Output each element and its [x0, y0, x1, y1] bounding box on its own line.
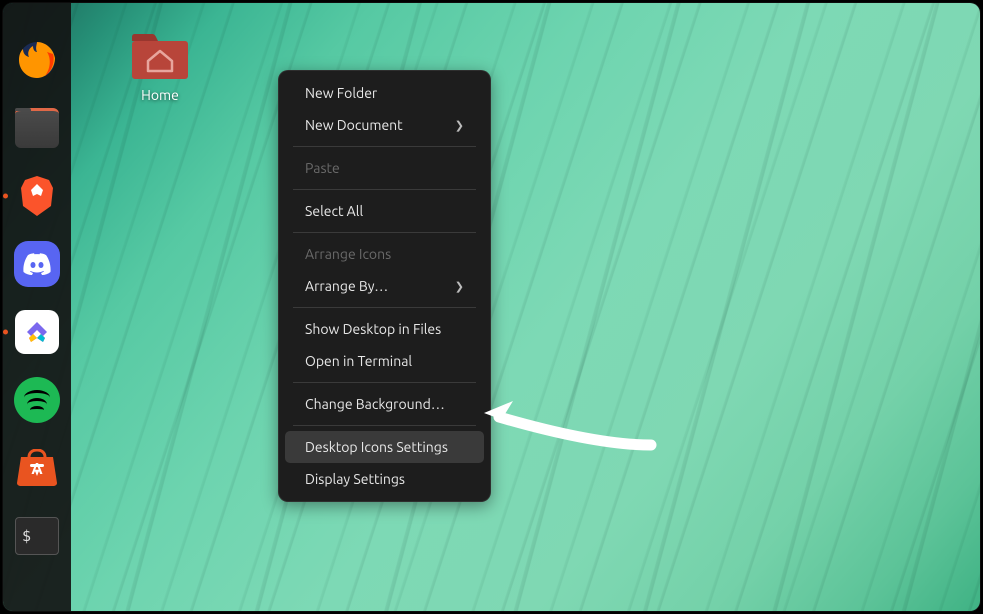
menu-item-new-folder[interactable]: New Folder	[285, 77, 484, 109]
dock-item-terminal[interactable]: $	[12, 511, 62, 561]
spotify-icon	[14, 377, 60, 423]
desktop-icon-home[interactable]: Home	[119, 33, 201, 103]
clickup-icon	[15, 310, 59, 354]
dock-item-firefox[interactable]	[12, 35, 62, 85]
menu-separator	[293, 382, 476, 383]
menu-separator	[293, 189, 476, 190]
menu-item-paste: Paste	[285, 152, 484, 184]
desktop-icon-label: Home	[141, 87, 179, 103]
menu-item-arrange-icons: Arrange Icons	[285, 238, 484, 270]
dock-item-software[interactable]: A	[12, 443, 62, 493]
desktop-context-menu: New Folder New Document ❯ Paste Select A…	[278, 70, 491, 502]
menu-item-select-all[interactable]: Select All	[285, 195, 484, 227]
menu-item-display-settings[interactable]: Display Settings	[285, 463, 484, 495]
dock-item-clickup[interactable]	[12, 307, 62, 357]
firefox-icon	[15, 38, 59, 82]
menu-separator	[293, 425, 476, 426]
files-icon	[15, 108, 59, 148]
menu-separator	[293, 232, 476, 233]
dock-item-brave[interactable]	[12, 171, 62, 221]
terminal-prompt: $	[22, 527, 31, 545]
menu-separator	[293, 307, 476, 308]
dock-item-files[interactable]	[12, 103, 62, 153]
menu-item-arrange-by[interactable]: Arrange By… ❯	[285, 270, 484, 302]
menu-item-desktop-icons-settings[interactable]: Desktop Icons Settings	[285, 431, 484, 463]
brave-icon	[17, 174, 57, 218]
menu-item-new-document[interactable]: New Document ❯	[285, 109, 484, 141]
menu-item-show-desktop-in-files[interactable]: Show Desktop in Files	[285, 313, 484, 345]
chevron-right-icon: ❯	[455, 119, 464, 132]
home-folder-icon	[130, 33, 190, 81]
dock-item-discord[interactable]	[12, 239, 62, 289]
terminal-icon: $	[15, 517, 59, 555]
menu-item-open-in-terminal[interactable]: Open in Terminal	[285, 345, 484, 377]
menu-item-change-background[interactable]: Change Background…	[285, 388, 484, 420]
svg-text:A: A	[31, 460, 43, 478]
chevron-right-icon: ❯	[455, 280, 464, 293]
discord-icon	[14, 241, 60, 287]
menu-separator	[293, 146, 476, 147]
dock-item-spotify[interactable]	[12, 375, 62, 425]
dock: A $	[3, 3, 71, 611]
software-store-icon: A	[15, 449, 59, 487]
